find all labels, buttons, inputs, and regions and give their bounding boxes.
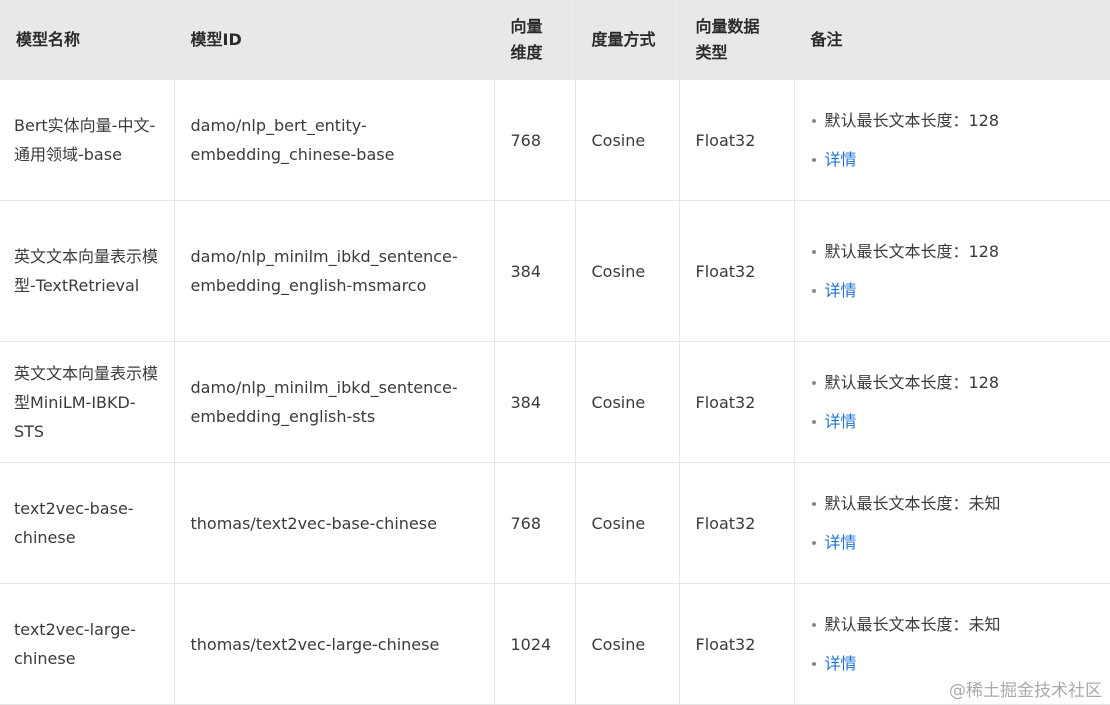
table-row: 英文文本向量表示模型-TextRetrieval damo/nlp_minilm…: [0, 200, 1110, 342]
cell-model-name: Bert实体向量-中文-通用领域-base: [0, 80, 175, 201]
cell-model-name: 英文文本向量表示模型MiniLM-IBKD-STS: [0, 341, 175, 463]
notes-list: 默认最长文本长度：128 详情: [811, 363, 1101, 441]
note-max-length: 默认最长文本长度：未知: [811, 484, 1101, 523]
cell-vector-dim: 1024: [494, 583, 576, 705]
cell-model-id: damo/nlp_minilm_ibkd_sentence-embedding_…: [174, 341, 495, 463]
cell-metric: Cosine: [575, 341, 680, 463]
notes-list: 默认最长文本长度：128 详情: [811, 101, 1101, 179]
cell-data-type: Float32: [679, 80, 795, 201]
cell-model-name: 英文文本向量表示模型-TextRetrieval: [0, 200, 175, 342]
note-max-length: 默认最长文本长度：未知: [811, 605, 1101, 644]
note-detail-item: 详情: [811, 271, 1101, 310]
cell-model-id: damo/nlp_bert_entity-embedding_chinese-b…: [174, 80, 495, 201]
table-row: text2vec-base-chinese thomas/text2vec-ba…: [0, 462, 1110, 584]
notes-list: 默认最长文本长度：128 详情: [811, 232, 1101, 310]
cell-vector-dim: 384: [494, 341, 576, 463]
table-row: Bert实体向量-中文-通用领域-base damo/nlp_bert_enti…: [0, 80, 1110, 201]
header-notes: 备注: [794, 0, 1110, 80]
note-max-length: 默认最长文本长度：128: [811, 363, 1101, 402]
note-max-length: 默认最长文本长度：128: [811, 101, 1101, 140]
detail-link[interactable]: 详情: [825, 281, 857, 300]
note-detail-item: 详情: [811, 402, 1101, 441]
cell-data-type: Float32: [679, 583, 795, 705]
cell-model-id: damo/nlp_minilm_ibkd_sentence-embedding_…: [174, 200, 495, 342]
detail-link[interactable]: 详情: [825, 533, 857, 552]
cell-model-id: thomas/text2vec-large-chinese: [174, 583, 495, 705]
note-detail-item: 详情: [811, 140, 1101, 179]
watermark: @稀土掘金技术社区: [949, 681, 1102, 701]
cell-metric: Cosine: [575, 80, 680, 201]
cell-metric: Cosine: [575, 200, 680, 342]
cell-metric: Cosine: [575, 583, 680, 705]
header-model-name: 模型名称: [0, 0, 175, 80]
cell-notes: 默认最长文本长度：128 详情: [794, 80, 1110, 201]
cell-data-type: Float32: [679, 341, 795, 463]
cell-notes: 默认最长文本长度：128 详情: [794, 341, 1110, 463]
header-data-type: 向量数据类型: [679, 0, 795, 80]
table-row: 英文文本向量表示模型MiniLM-IBKD-STS damo/nlp_minil…: [0, 341, 1110, 463]
cell-vector-dim: 384: [494, 200, 576, 342]
note-max-length: 默认最长文本长度：128: [811, 232, 1101, 271]
model-table: 模型名称 模型ID 向量维度 度量方式 向量数据类型 备注 Bert实体向量-中…: [0, 0, 1110, 705]
cell-model-name: text2vec-large-chinese: [0, 583, 175, 705]
notes-list: 默认最长文本长度：未知 详情: [811, 605, 1101, 683]
cell-notes: 默认最长文本长度：未知 详情: [794, 462, 1110, 584]
cell-model-name: text2vec-base-chinese: [0, 462, 175, 584]
cell-data-type: Float32: [679, 200, 795, 342]
cell-model-id: thomas/text2vec-base-chinese: [174, 462, 495, 584]
header-vector-dim: 向量维度: [494, 0, 576, 80]
cell-data-type: Float32: [679, 462, 795, 584]
header-metric: 度量方式: [575, 0, 680, 80]
notes-list: 默认最长文本长度：未知 详情: [811, 484, 1101, 562]
cell-vector-dim: 768: [494, 462, 576, 584]
note-detail-item: 详情: [811, 523, 1101, 562]
table-row: text2vec-large-chinese thomas/text2vec-l…: [0, 583, 1110, 705]
detail-link[interactable]: 详情: [825, 654, 857, 673]
cell-notes: 默认最长文本长度：128 详情: [794, 200, 1110, 342]
detail-link[interactable]: 详情: [825, 150, 857, 169]
detail-link[interactable]: 详情: [825, 412, 857, 431]
cell-vector-dim: 768: [494, 80, 576, 201]
cell-metric: Cosine: [575, 462, 680, 584]
header-model-id: 模型ID: [174, 0, 495, 80]
table-header-row: 模型名称 模型ID 向量维度 度量方式 向量数据类型 备注: [0, 0, 1110, 80]
